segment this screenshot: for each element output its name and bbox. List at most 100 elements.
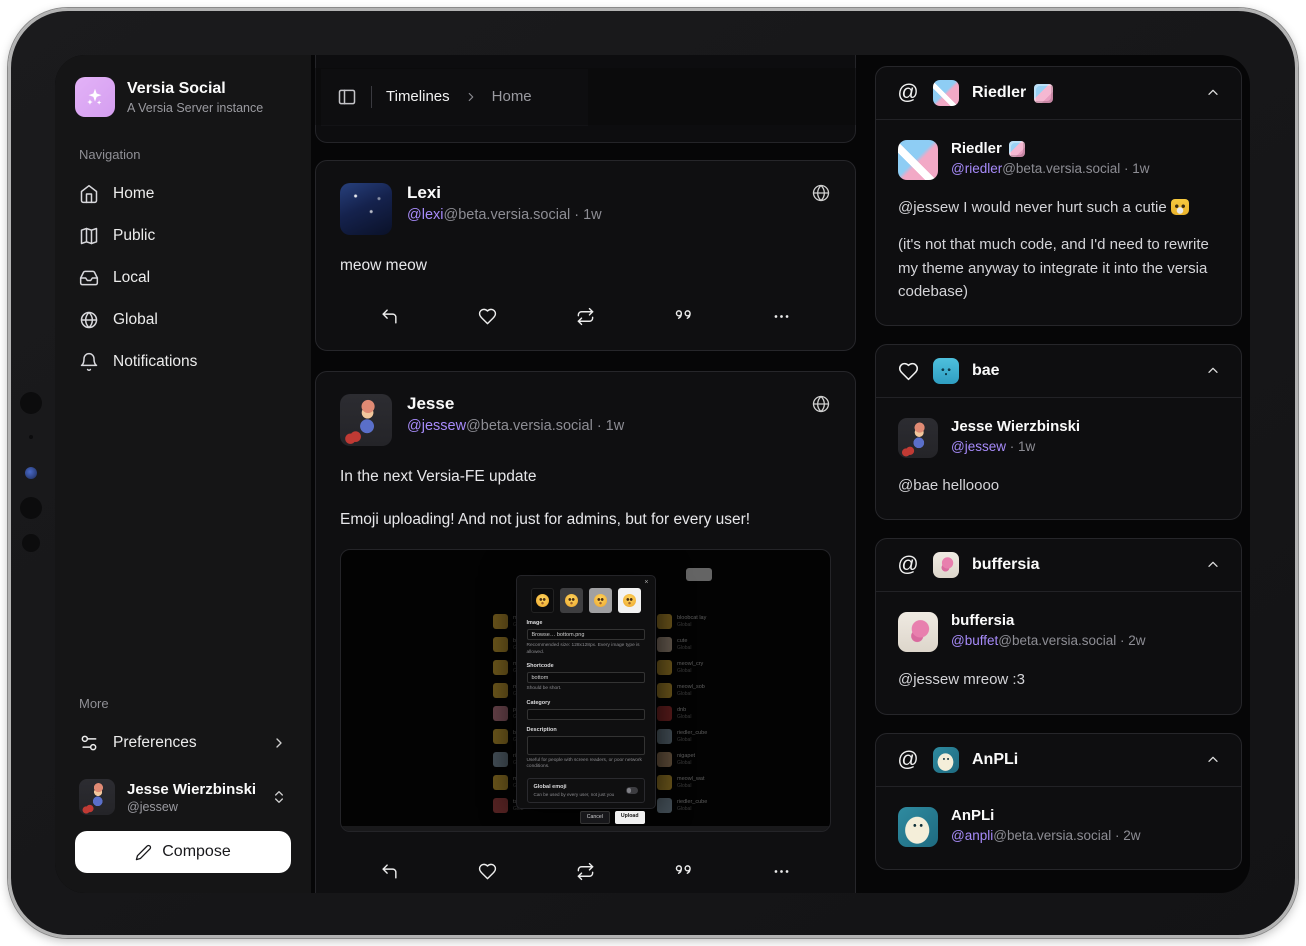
handle-user[interactable]: @riedler	[951, 161, 1002, 176]
post-lexi[interactable]: Lexi @lexi@beta.versia.social · 1w meow …	[315, 160, 856, 351]
post-timestamp: · 1w	[597, 418, 624, 434]
avatar[interactable]	[898, 612, 938, 652]
like-button[interactable]	[478, 307, 497, 326]
post-author-name[interactable]: Jesse	[407, 394, 796, 414]
handle-domain: @beta.versia.social	[993, 828, 1111, 843]
notification-title: bae	[972, 362, 1000, 380]
notif-timestamp: · 1w	[1124, 161, 1150, 176]
bell-icon	[79, 352, 99, 372]
avatar[interactable]	[898, 807, 938, 847]
description-textarea	[527, 736, 645, 755]
sidebar-item-notifications[interactable]: Notifications	[75, 344, 291, 380]
notification-header[interactable]: @ AnPLi	[876, 734, 1241, 787]
handle-domain: @beta.versia.social	[466, 418, 593, 434]
sidebar-toggle-button[interactable]	[337, 87, 357, 107]
field-help: Should be short.	[527, 686, 645, 692]
chevron-up-icon	[1205, 363, 1221, 379]
more-button[interactable]	[772, 307, 791, 326]
handle-user[interactable]: @jessew	[407, 418, 466, 434]
notification-title: AnPLi	[972, 751, 1018, 769]
avatar[interactable]	[898, 140, 938, 180]
handle-user[interactable]: @anpli	[951, 828, 993, 843]
field-label: Shortcode	[527, 663, 645, 669]
chevron-right-icon	[464, 90, 478, 104]
sidebar-item-global[interactable]: Global	[75, 302, 291, 338]
reply-button[interactable]	[380, 307, 399, 326]
collapse-button[interactable]	[1205, 752, 1221, 768]
timeline-header: Timelines Home	[315, 68, 856, 125]
notification-header[interactable]: @ Riedler	[876, 67, 1241, 120]
handle-user[interactable]: @jessew	[951, 439, 1006, 454]
notification-title: Riedler	[972, 84, 1026, 102]
like-button[interactable]	[478, 862, 497, 881]
like-icon	[896, 361, 920, 382]
post-content: In the next Versia-FE update	[340, 466, 831, 488]
notif-author-name[interactable]: AnPLi	[951, 807, 994, 824]
cube-emoji	[1009, 141, 1025, 157]
notif-timestamp: · 2w	[1120, 633, 1146, 648]
more-section-label: More	[79, 696, 287, 711]
screenshot-bottom-bar	[341, 826, 830, 831]
avatar[interactable]	[340, 183, 392, 235]
notification-riedler: @ Riedler Riedler @riedler@beta.versia.s…	[875, 66, 1242, 326]
account-switcher[interactable]: Jesse Wierzbinski @jessew	[79, 779, 287, 815]
post-attachment-image[interactable]: meowGlob bloobGlob meowlGlob meowlGlob p…	[340, 549, 831, 832]
cat-emoji	[1171, 199, 1189, 215]
repost-button[interactable]	[576, 862, 595, 881]
mention-icon: @	[896, 553, 920, 577]
notification-title: buffersia	[972, 556, 1040, 574]
handle-user[interactable]: @lexi	[407, 207, 443, 223]
post-actions	[340, 303, 831, 332]
sidebar-item-label: Home	[113, 185, 154, 203]
tablet-frame: Versia Social A Versia Server instance N…	[8, 8, 1298, 938]
quote-button[interactable]	[674, 862, 693, 881]
file-input: Browse… bottom.png	[527, 629, 645, 640]
global-emoji-label: Global emoji	[534, 784, 621, 790]
sidebar-item-label: Local	[113, 269, 150, 287]
avatar[interactable]	[898, 418, 938, 458]
chevron-up-icon	[1205, 752, 1221, 768]
post-actions	[340, 858, 831, 887]
notification-header[interactable]: bae	[876, 345, 1241, 398]
collapse-button[interactable]	[1205, 557, 1221, 573]
sidebar-item-public[interactable]: Public	[75, 218, 291, 254]
sidebar-item-preferences[interactable]: Preferences	[75, 725, 291, 761]
notification-header[interactable]: @ buffersia	[876, 539, 1241, 592]
avatar	[933, 80, 959, 106]
brand[interactable]: Versia Social A Versia Server instance	[75, 77, 291, 117]
chevron-right-icon	[271, 735, 287, 751]
notification-anpli: @ AnPLi AnPLi @anpli@beta.versia.social …	[875, 733, 1242, 870]
quote-button[interactable]	[674, 307, 693, 326]
post-jesse[interactable]: Jesse @jessew@beta.versia.social · 1w In…	[315, 371, 856, 893]
bezel-camera-dot	[20, 392, 42, 414]
sidebar-item-local[interactable]: Local	[75, 260, 291, 296]
field-label: Image	[527, 620, 645, 626]
sidebar-item-label: Global	[113, 311, 158, 329]
compose-button[interactable]: Compose	[75, 831, 291, 873]
handle-domain: @beta.versia.social	[443, 207, 570, 223]
post-author-name[interactable]: Lexi	[407, 183, 796, 203]
repost-button[interactable]	[576, 307, 595, 326]
collapse-button[interactable]	[1205, 363, 1221, 379]
notif-author-name[interactable]: buffersia	[951, 612, 1014, 629]
post-author-handle: @jessew@beta.versia.social · 1w	[407, 418, 796, 434]
notif-author-name[interactable]: Riedler	[951, 140, 1002, 157]
handle-domain: @beta.versia.social	[1002, 161, 1120, 176]
more-button[interactable]	[772, 862, 791, 881]
reply-button[interactable]	[380, 862, 399, 881]
visibility-globe-icon	[811, 394, 831, 414]
home-icon	[79, 184, 99, 204]
field-label: Description	[527, 727, 645, 733]
handle-user[interactable]: @buffet	[951, 633, 998, 648]
breadcrumb-page[interactable]: Home	[492, 88, 532, 105]
sidebar-item-home[interactable]: Home	[75, 176, 291, 212]
cancel-button: Cancel	[580, 811, 610, 824]
globe-icon	[79, 310, 99, 330]
chevrons-up-down-icon	[271, 789, 287, 805]
notif-author-name[interactable]: Jesse Wierzbinski	[951, 418, 1080, 435]
breadcrumb-section[interactable]: Timelines	[386, 88, 450, 105]
collapse-button[interactable]	[1205, 85, 1221, 101]
notif-content: @bae helloooo	[898, 474, 1219, 497]
pleading-emoji	[536, 594, 549, 607]
avatar[interactable]	[340, 394, 392, 446]
